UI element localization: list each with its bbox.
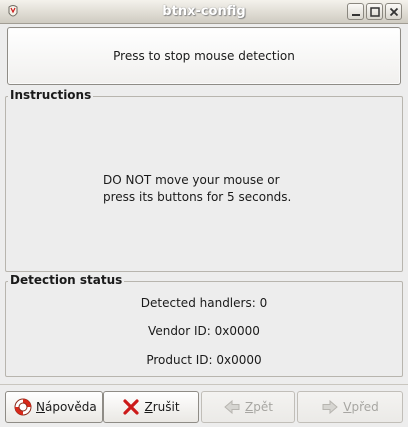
help-button-label: Nápověda [36,400,97,414]
stop-detection-button[interactable]: Press to stop mouse detection [7,27,401,85]
product-id-text: Product ID: 0x0000 [146,353,262,367]
maximize-icon [370,7,380,17]
back-button-label: Zpět [245,400,273,414]
minimize-button[interactable] [347,3,364,20]
maximize-button[interactable] [366,3,383,20]
detection-status-heading: Detection status [8,273,125,287]
instructions-line-2: press its buttons for 5 seconds. [103,190,292,204]
detected-handlers-text: Detected handlers: 0 [140,296,268,310]
red-x-icon [122,398,140,416]
instructions-heading: Instructions [8,88,94,102]
title-bar[interactable]: btnx-config [0,0,408,24]
close-button[interactable] [385,3,402,20]
button-separator [0,384,408,385]
minimize-icon [352,14,360,16]
next-button-label: Vpřed [343,400,379,414]
cancel-button-label: Zrušit [144,400,180,414]
instructions-line-1: DO NOT move your mouse or [103,173,280,187]
forward-arrow-icon [321,398,339,416]
next-button[interactable]: Vpřed [297,391,403,423]
cancel-button[interactable]: Zrušit [103,391,199,423]
back-button[interactable]: Zpět [201,391,295,423]
vendor-id-text: Vendor ID: 0x0000 [148,324,260,338]
lifebuoy-icon [14,398,32,416]
help-button[interactable]: Nápověda [5,391,103,423]
instructions-text: DO NOT move your mouse or press its butt… [103,172,343,206]
back-arrow-icon [223,398,241,416]
close-icon [389,7,399,17]
